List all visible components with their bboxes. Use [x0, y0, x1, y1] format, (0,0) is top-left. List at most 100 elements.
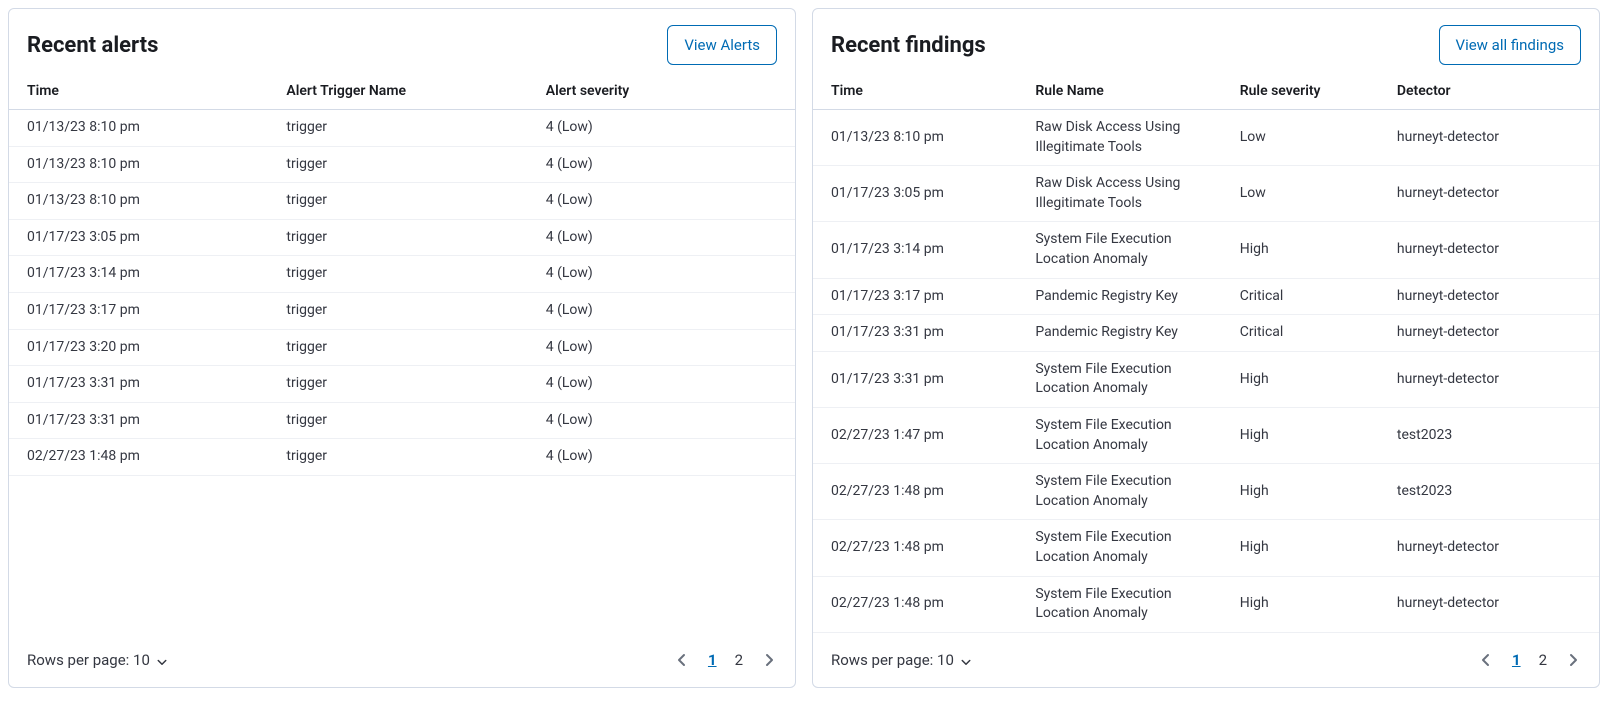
table-row[interactable]: 01/13/23 8:10 pmtrigger4 (Low)	[9, 110, 795, 147]
alerts-col-trigger[interactable]: Alert Trigger Name	[268, 73, 527, 110]
findings-rows-per-page[interactable]: Rows per page: 10	[831, 651, 972, 669]
cell-time: 01/17/23 3:17 pm	[9, 292, 268, 329]
alerts-header-row: Time Alert Trigger Name Alert severity	[9, 73, 795, 110]
cell-detector: hurneyt-detector	[1379, 222, 1599, 278]
recent-alerts-panel: Recent alerts View Alerts Time Alert Tri…	[8, 8, 796, 688]
findings-page-2[interactable]: 2	[1539, 651, 1547, 669]
cell-trigger: trigger	[268, 146, 527, 183]
cell-time: 01/17/23 3:17 pm	[813, 278, 1017, 315]
cell-time: 01/13/23 8:10 pm	[9, 110, 268, 147]
cell-severity: Low	[1222, 110, 1379, 166]
table-row[interactable]: 01/17/23 3:05 pmtrigger4 (Low)	[9, 219, 795, 256]
chevron-down-icon	[156, 654, 168, 666]
chevron-down-icon	[960, 654, 972, 666]
table-row[interactable]: 01/17/23 3:31 pmSystem File Execution Lo…	[813, 351, 1599, 407]
table-row[interactable]: 01/13/23 8:10 pmRaw Disk Access Using Il…	[813, 110, 1599, 166]
table-row[interactable]: 01/17/23 3:14 pmSystem File Execution Lo…	[813, 222, 1599, 278]
table-row[interactable]: 01/17/23 3:14 pmtrigger4 (Low)	[9, 256, 795, 293]
findings-col-rule[interactable]: Rule Name	[1017, 73, 1221, 110]
alerts-table: Time Alert Trigger Name Alert severity 0…	[9, 73, 795, 476]
alerts-pager: 1 2	[674, 651, 777, 669]
recent-findings-panel: Recent findings View all findings Time R…	[812, 8, 1600, 688]
view-alerts-button[interactable]: View Alerts	[667, 25, 777, 65]
cell-time: 01/17/23 3:05 pm	[813, 166, 1017, 222]
cell-severity: 4 (Low)	[528, 366, 795, 403]
cell-time: 01/13/23 8:10 pm	[9, 146, 268, 183]
cell-rule: System File Execution Location Anomaly	[1017, 222, 1221, 278]
alerts-page-2[interactable]: 2	[735, 651, 743, 669]
findings-page-1[interactable]: 1	[1512, 651, 1521, 669]
alerts-col-time[interactable]: Time	[9, 73, 268, 110]
table-row[interactable]: 01/17/23 3:05 pmRaw Disk Access Using Il…	[813, 166, 1599, 222]
cell-time: 02/27/23 1:48 pm	[9, 439, 268, 476]
cell-trigger: trigger	[268, 183, 527, 220]
findings-header: Recent findings View all findings	[813, 9, 1599, 73]
table-row[interactable]: 01/17/23 3:17 pmtrigger4 (Low)	[9, 292, 795, 329]
cell-detector: test2023	[1379, 464, 1599, 520]
alerts-header: Recent alerts View Alerts	[9, 9, 795, 73]
cell-time: 02/27/23 1:48 pm	[813, 520, 1017, 576]
cell-detector: hurneyt-detector	[1379, 576, 1599, 632]
view-findings-button[interactable]: View all findings	[1439, 25, 1581, 65]
table-row[interactable]: 01/17/23 3:31 pmPandemic Registry KeyCri…	[813, 315, 1599, 352]
alerts-next-page[interactable]	[761, 652, 777, 668]
table-row[interactable]: 02/27/23 1:48 pmSystem File Execution Lo…	[813, 576, 1599, 632]
cell-detector: hurneyt-detector	[1379, 110, 1599, 166]
cell-time: 02/27/23 1:48 pm	[813, 576, 1017, 632]
table-row[interactable]: 01/13/23 8:10 pmtrigger4 (Low)	[9, 146, 795, 183]
table-row[interactable]: 01/17/23 3:20 pmtrigger4 (Low)	[9, 329, 795, 366]
findings-table: Time Rule Name Rule severity Detector 01…	[813, 73, 1599, 633]
cell-severity: 4 (Low)	[528, 256, 795, 293]
cell-time: 01/17/23 3:14 pm	[9, 256, 268, 293]
cell-trigger: trigger	[268, 110, 527, 147]
cell-trigger: trigger	[268, 219, 527, 256]
findings-col-detector[interactable]: Detector	[1379, 73, 1599, 110]
cell-severity: Critical	[1222, 315, 1379, 352]
alerts-page-1[interactable]: 1	[708, 651, 717, 669]
findings-table-wrap: Time Rule Name Rule severity Detector 01…	[813, 73, 1599, 637]
cell-severity: High	[1222, 576, 1379, 632]
alerts-col-severity[interactable]: Alert severity	[528, 73, 795, 110]
alerts-prev-page[interactable]	[674, 652, 690, 668]
cell-rule: Raw Disk Access Using Illegitimate Tools	[1017, 166, 1221, 222]
findings-footer: Rows per page: 10 1 2	[813, 637, 1599, 687]
findings-next-page[interactable]	[1565, 652, 1581, 668]
cell-time: 01/17/23 3:31 pm	[813, 351, 1017, 407]
alerts-rows-per-page[interactable]: Rows per page: 10	[27, 651, 168, 669]
table-row[interactable]: 02/27/23 1:48 pmSystem File Execution Lo…	[813, 520, 1599, 576]
cell-severity: Critical	[1222, 278, 1379, 315]
findings-col-severity[interactable]: Rule severity	[1222, 73, 1379, 110]
cell-detector: hurneyt-detector	[1379, 166, 1599, 222]
cell-rule: Pandemic Registry Key	[1017, 278, 1221, 315]
findings-col-time[interactable]: Time	[813, 73, 1017, 110]
cell-trigger: trigger	[268, 329, 527, 366]
cell-severity: 4 (Low)	[528, 110, 795, 147]
findings-rows-per-page-label: Rows per page: 10	[831, 651, 954, 669]
table-row[interactable]: 01/17/23 3:17 pmPandemic Registry KeyCri…	[813, 278, 1599, 315]
cell-time: 01/17/23 3:31 pm	[813, 315, 1017, 352]
cell-rule: System File Execution Location Anomaly	[1017, 576, 1221, 632]
cell-severity: High	[1222, 464, 1379, 520]
table-row[interactable]: 01/17/23 3:31 pmtrigger4 (Low)	[9, 402, 795, 439]
cell-time: 01/17/23 3:31 pm	[9, 402, 268, 439]
cell-time: 01/17/23 3:14 pm	[813, 222, 1017, 278]
table-row[interactable]: 02/27/23 1:47 pmSystem File Execution Lo…	[813, 407, 1599, 463]
cell-time: 01/17/23 3:20 pm	[9, 329, 268, 366]
cell-rule: System File Execution Location Anomaly	[1017, 351, 1221, 407]
cell-detector: test2023	[1379, 407, 1599, 463]
findings-title: Recent findings	[831, 33, 986, 58]
table-row[interactable]: 02/27/23 1:48 pmSystem File Execution Lo…	[813, 464, 1599, 520]
table-row[interactable]: 01/13/23 8:10 pmtrigger4 (Low)	[9, 183, 795, 220]
cell-time: 01/13/23 8:10 pm	[813, 110, 1017, 166]
cell-severity: 4 (Low)	[528, 219, 795, 256]
cell-time: 02/27/23 1:47 pm	[813, 407, 1017, 463]
cell-trigger: trigger	[268, 402, 527, 439]
cell-severity: High	[1222, 351, 1379, 407]
cell-rule: System File Execution Location Anomaly	[1017, 464, 1221, 520]
cell-severity: Low	[1222, 166, 1379, 222]
table-row[interactable]: 01/17/23 3:31 pmtrigger4 (Low)	[9, 366, 795, 403]
cell-severity: High	[1222, 520, 1379, 576]
cell-rule: Raw Disk Access Using Illegitimate Tools	[1017, 110, 1221, 166]
table-row[interactable]: 02/27/23 1:48 pmtrigger4 (Low)	[9, 439, 795, 476]
findings-prev-page[interactable]	[1478, 652, 1494, 668]
